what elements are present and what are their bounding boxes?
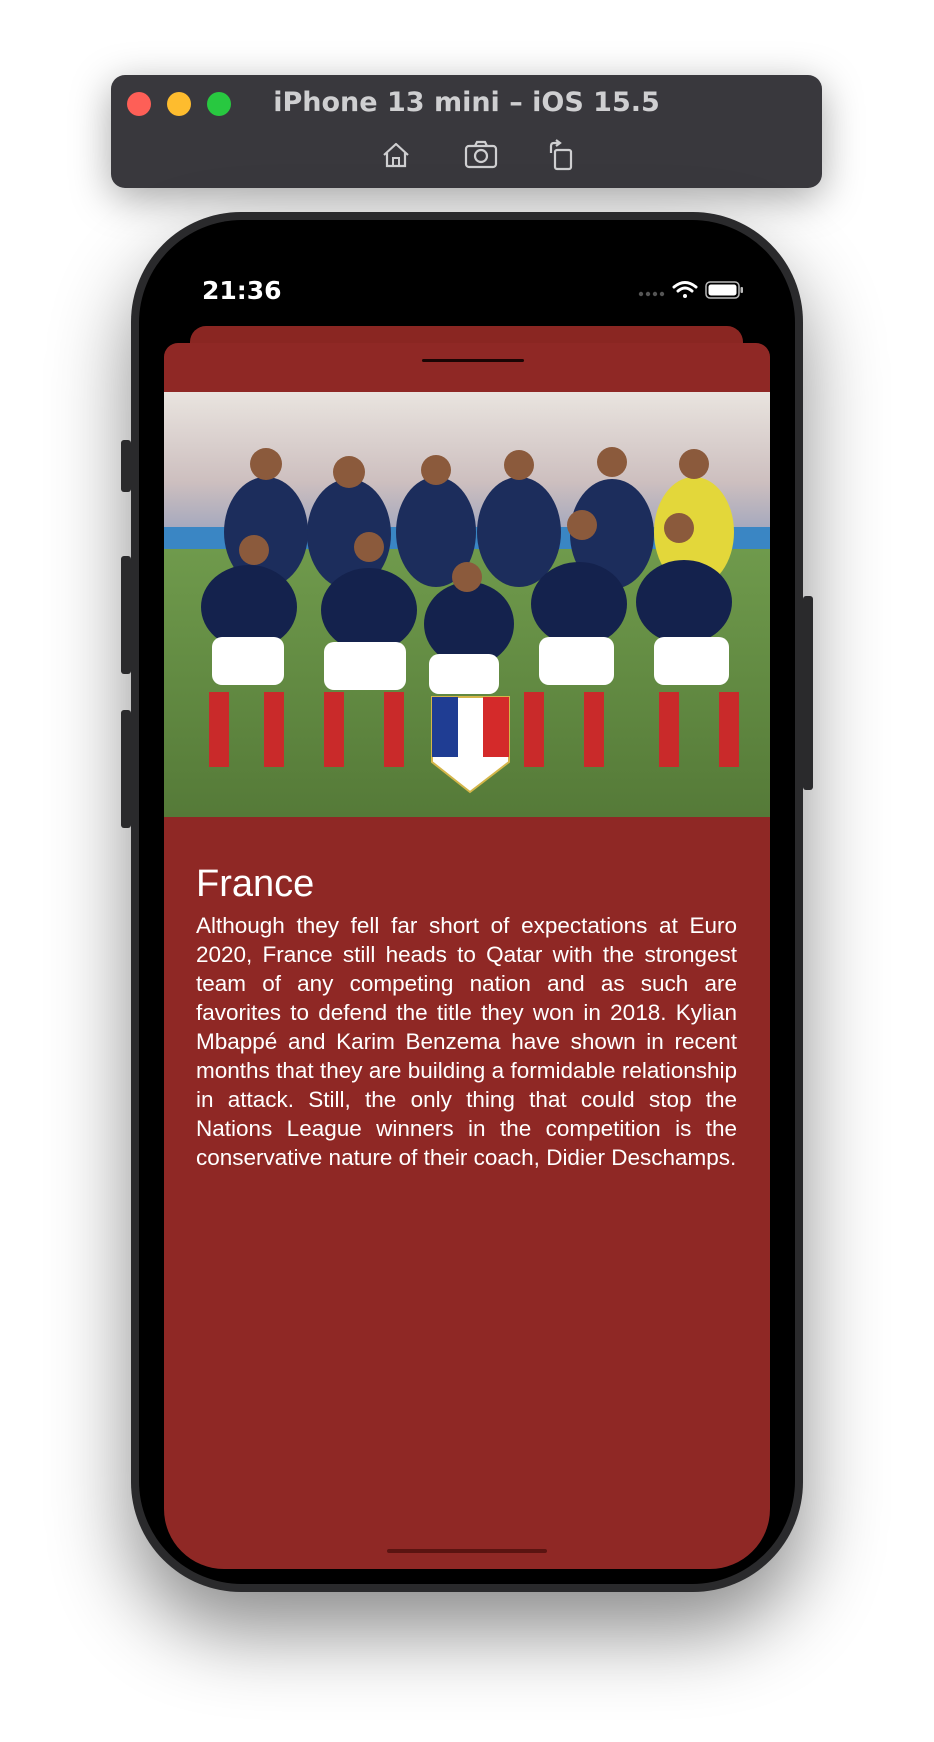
power-button [803, 596, 813, 790]
sheet-grabber[interactable] [422, 359, 524, 362]
team-title: France [196, 863, 315, 905]
status-time: 21:36 [202, 276, 282, 305]
home-icon [383, 142, 409, 168]
rotate-icon [549, 139, 573, 171]
status-icons [637, 278, 747, 302]
cellular-icon [638, 291, 665, 297]
volume-down-button [121, 710, 131, 828]
home-indicator[interactable] [387, 1549, 547, 1553]
team-detail-sheet[interactable]: France Although they fell far short of e… [164, 343, 770, 1569]
silent-switch [121, 440, 131, 492]
wifi-icon [672, 281, 698, 298]
screenshot-icon [464, 140, 498, 169]
team-description: Although they fell far short of expectat… [196, 913, 737, 1170]
simulator-toolbar: iPhone 13 mini – iOS 15.5 [111, 75, 822, 188]
team-photo [164, 392, 770, 817]
phone-screen: 21:36 France Although they fell far shor… [139, 220, 795, 1584]
battery-icon [705, 281, 743, 299]
rotate-button[interactable] [541, 135, 581, 175]
volume-up-button [121, 556, 131, 674]
home-button[interactable] [376, 135, 416, 175]
simulator-title: iPhone 13 mini – iOS 15.5 [273, 87, 660, 118]
screenshot-button[interactable] [461, 135, 501, 175]
